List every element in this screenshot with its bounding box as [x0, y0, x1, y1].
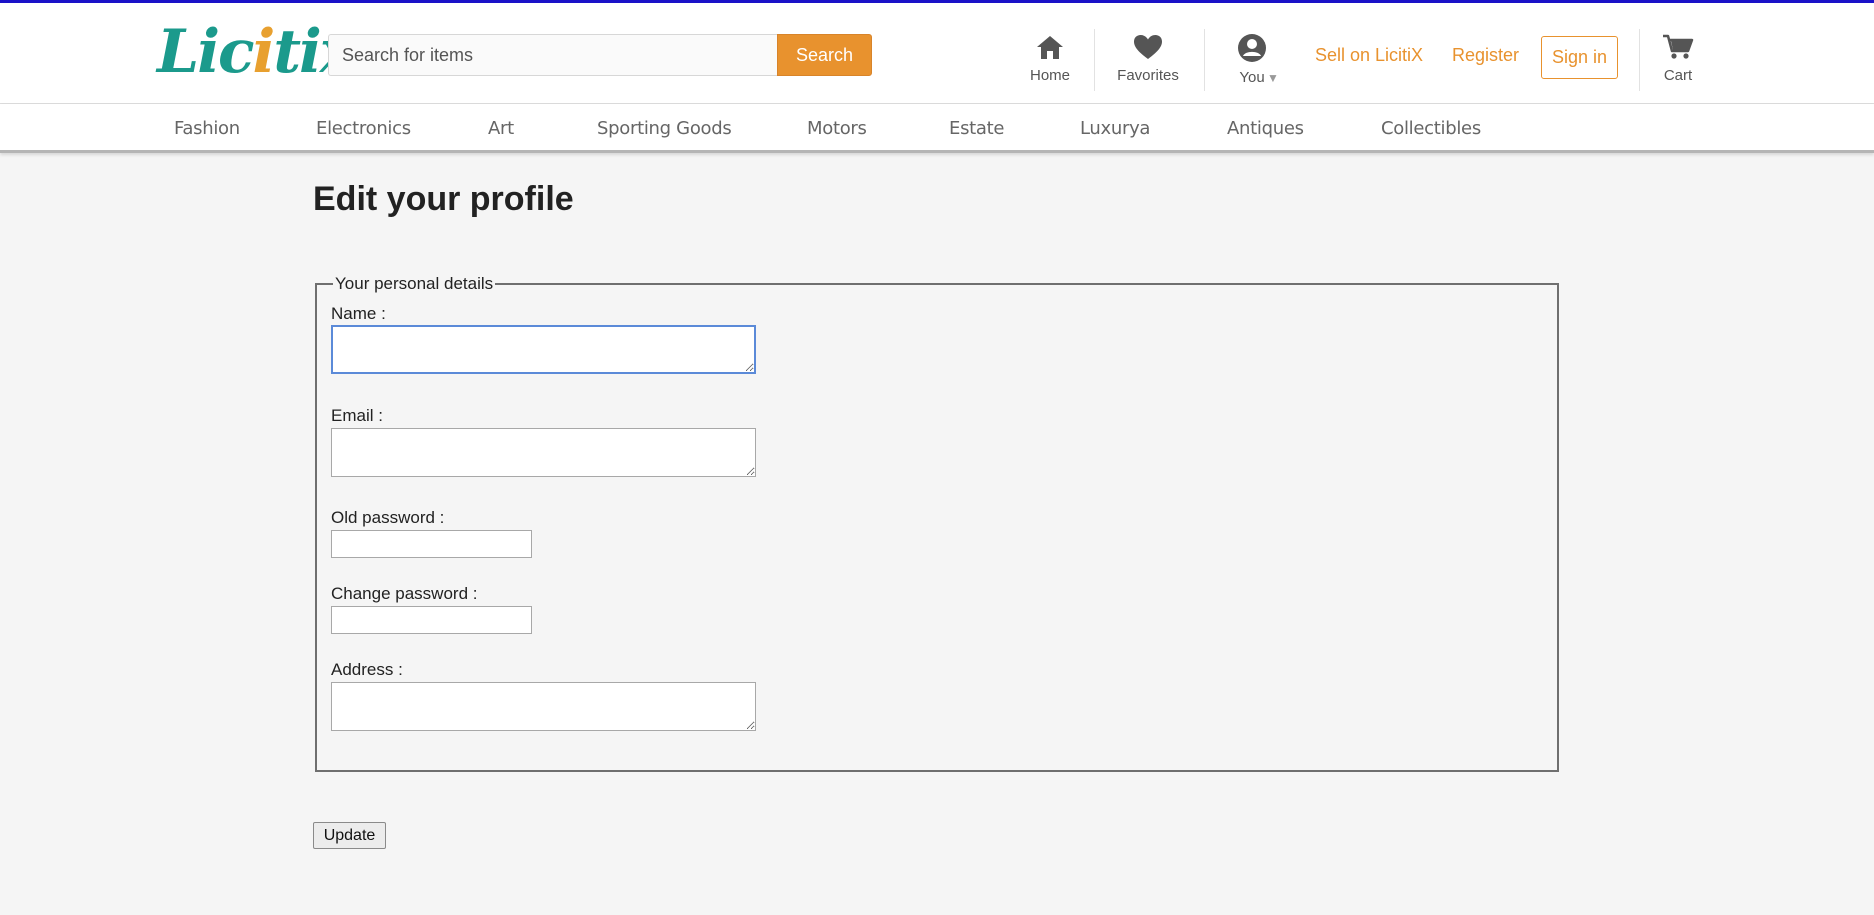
nav-you-label: You [1239, 69, 1265, 86]
nav-separator [1204, 29, 1205, 91]
name-field[interactable] [331, 325, 756, 374]
signin-button[interactable]: Sign in [1541, 36, 1618, 79]
site-header: Licitix Search Home Favorites You [0, 3, 1874, 104]
page-title: Edit your profile [313, 180, 574, 218]
nav-home[interactable]: Home [1028, 33, 1072, 84]
email-label: Email : [331, 406, 383, 425]
old-password-field[interactable] [331, 530, 532, 558]
update-button[interactable]: Update [313, 822, 386, 849]
category-bar: Fashion Electronics Art Sporting Goods M… [0, 104, 1874, 153]
category-estate[interactable]: Estate [949, 118, 1004, 139]
nav-favorites[interactable]: Favorites [1114, 33, 1182, 84]
old-password-label: Old password : [331, 508, 445, 527]
nav-separator [1094, 29, 1095, 91]
nav-home-label: Home [1029, 67, 1070, 84]
nav-cart[interactable]: Cart [1659, 33, 1697, 84]
search-input[interactable] [328, 34, 778, 76]
category-electronics[interactable]: Electronics [316, 118, 411, 139]
category-motors[interactable]: Motors [807, 118, 867, 139]
nav-favorites-label: Favorites [1117, 67, 1179, 84]
change-password-field[interactable] [331, 606, 532, 634]
licitix-logo[interactable]: Licitix [157, 17, 356, 87]
nav-you[interactable]: You [1232, 33, 1272, 86]
caret-down-icon[interactable]: ▼ [1267, 71, 1279, 85]
category-luxurya[interactable]: Luxurya [1080, 118, 1150, 139]
nav-separator [1639, 29, 1640, 91]
email-field[interactable] [331, 428, 756, 477]
nav-cart-label: Cart [1663, 67, 1693, 84]
category-fashion[interactable]: Fashion [174, 118, 240, 139]
fieldset-legend: Your personal details [333, 274, 496, 294]
register-link[interactable]: Register [1452, 45, 1519, 66]
user-icon [1232, 33, 1272, 63]
heart-icon [1114, 33, 1182, 61]
sell-link[interactable]: Sell on LicitiX [1315, 45, 1423, 66]
search-button[interactable]: Search [777, 34, 872, 76]
name-label: Name : [331, 304, 386, 323]
address-label: Address : [331, 660, 403, 679]
cart-icon [1659, 33, 1697, 61]
address-field[interactable] [331, 682, 756, 731]
change-password-label: Change password : [331, 584, 478, 603]
home-icon [1028, 33, 1072, 61]
category-art[interactable]: Art [488, 118, 514, 139]
category-sporting-goods[interactable]: Sporting Goods [597, 118, 732, 139]
category-collectibles[interactable]: Collectibles [1381, 118, 1481, 139]
category-antiques[interactable]: Antiques [1227, 118, 1304, 139]
